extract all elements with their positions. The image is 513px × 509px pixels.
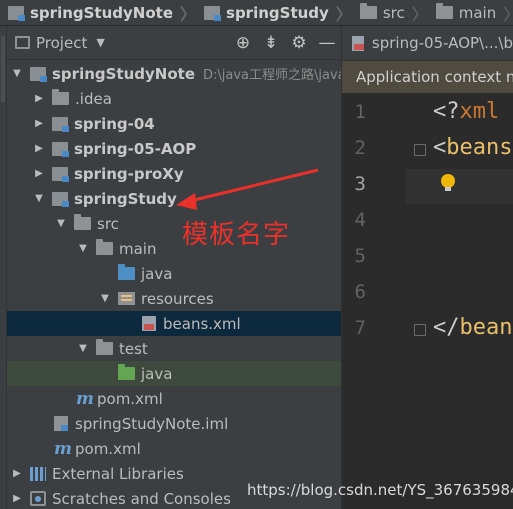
module-icon — [52, 141, 69, 157]
module-icon — [30, 66, 47, 82]
source-folder-icon — [118, 264, 135, 280]
project-view-selector[interactable]: Project — [36, 34, 87, 52]
collapse-arrow-icon[interactable]: ▶ — [10, 493, 24, 504]
project-panel-header: Project ▼ ⊕ ⇟ ⚙ — — [7, 26, 341, 60]
xml-file-icon — [352, 35, 364, 51]
folder-icon — [96, 239, 113, 255]
folder-icon — [96, 339, 113, 355]
code-line-1: <?xml — [433, 99, 500, 124]
collapse-arrow-icon[interactable]: ▶ — [10, 468, 24, 479]
iml-file-icon — [54, 416, 68, 431]
line-number: 5 — [354, 245, 366, 267]
tree-item-springstudynote[interactable]: ▼ springStudyNote D:\java工程师之路\java — [7, 61, 346, 86]
lightbulb-icon[interactable] — [441, 174, 455, 191]
tree-item-test-java[interactable]: java — [7, 361, 341, 386]
expand-arrow-icon[interactable]: ▼ — [54, 218, 68, 229]
expand-arrow-icon[interactable]: ▼ — [32, 193, 46, 204]
navigation-breadcrumb: springStudyNote〉 springStudy〉 src〉 main〉… — [0, 0, 513, 26]
collapse-arrow-icon[interactable]: ▶ — [32, 93, 46, 104]
code-line-2: <beans — [433, 135, 513, 160]
code-editor[interactable]: spring-05-AOP\...\b Application context … — [341, 26, 513, 509]
annotation-label: 模板名字 — [182, 220, 291, 250]
application-context-notice[interactable]: Application context n — [342, 61, 513, 93]
tree-item-idea[interactable]: ▶ .idea — [7, 86, 341, 111]
line-number: 3 — [354, 173, 366, 195]
module-icon — [204, 5, 222, 21]
expand-arrow-icon[interactable]: ▼ — [10, 68, 24, 79]
collapse-arrow-icon[interactable]: ▶ — [32, 143, 46, 154]
fold-icon[interactable] — [414, 144, 426, 156]
tree-item-springstudy[interactable]: ▼ springStudy — [7, 186, 341, 211]
library-icon — [30, 466, 46, 481]
folder-icon — [435, 3, 453, 19]
gear-icon[interactable]: ⚙ — [285, 33, 313, 53]
line-number: 7 — [354, 317, 366, 339]
line-number: 4 — [354, 209, 366, 231]
tree-item-spring-05-aop[interactable]: ▶ spring-05-AOP — [7, 136, 341, 161]
code-line-7: </bean — [433, 315, 513, 340]
breadcrumb-item-springstudy[interactable]: springStudy 〉 — [196, 1, 352, 25]
current-line-highlight — [406, 169, 513, 204]
tree-item-pom-xml-root[interactable]: m pom.xml — [7, 436, 341, 461]
collapse-arrow-icon[interactable]: ▶ — [32, 168, 46, 179]
test-source-folder-icon — [118, 364, 135, 380]
chevron-down-icon[interactable]: ▼ — [96, 36, 104, 49]
resources-folder-icon — [118, 292, 135, 305]
fold-icon[interactable] — [414, 324, 426, 336]
tree-item-beans-xml[interactable]: beans.xml — [7, 311, 341, 336]
left-tool-strip — [0, 26, 7, 509]
breadcrumb-item-src[interactable]: src 〉 — [352, 1, 428, 25]
maven-icon: m — [76, 388, 94, 409]
scratches-icon — [30, 491, 46, 506]
panel-toolbar: ⊕ ⇟ ⚙ — — [229, 26, 341, 60]
collapse-arrow-icon[interactable]: ▶ — [32, 118, 46, 129]
tree-item-main[interactable]: ▼ main — [7, 236, 341, 261]
tree-item-spring-04[interactable]: ▶ spring-04 — [7, 111, 341, 136]
module-icon — [8, 5, 25, 21]
tree-item-java[interactable]: java — [7, 261, 341, 286]
line-number: 2 — [354, 137, 366, 159]
breadcrumb-item-springstudynote[interactable]: springStudyNote 〉 — [0, 1, 196, 25]
project-tool-window-button[interactable] — [1, 36, 5, 102]
line-number: 1 — [354, 101, 366, 123]
tree-item-resources[interactable]: ▼ resources — [7, 286, 341, 311]
module-icon — [52, 166, 69, 182]
module-icon — [52, 116, 69, 132]
maven-icon: m — [54, 438, 72, 459]
target-icon[interactable]: ⊕ — [229, 33, 257, 53]
project-icon — [15, 36, 30, 49]
folder-icon — [359, 3, 377, 19]
expand-arrow-icon[interactable]: ▼ — [76, 343, 90, 354]
tree-item-spring-proxy[interactable]: ▶ spring-proXy — [7, 161, 341, 186]
breadcrumb-item-main[interactable]: main〉 — [428, 1, 513, 25]
expand-arrow-icon[interactable]: ▼ — [98, 293, 112, 304]
line-number: 6 — [354, 281, 366, 303]
tree-item-src[interactable]: ▼ src — [7, 211, 341, 236]
minimize-icon[interactable]: — — [313, 33, 341, 53]
xml-file-icon — [142, 316, 156, 331]
collapse-icon[interactable]: ⇟ — [257, 33, 285, 53]
expand-arrow-icon[interactable]: ▼ — [76, 243, 90, 254]
folder-icon — [74, 214, 91, 230]
tree-item-springstudynote-iml[interactable]: springStudyNote.iml — [7, 411, 341, 436]
module-icon — [52, 191, 69, 207]
tree-item-test[interactable]: ▼ test — [7, 336, 341, 361]
project-tool-window: Project ▼ ⊕ ⇟ ⚙ — ▼ springStudyNote D:\j… — [7, 26, 346, 509]
watermark-text: https://blog.csdn.net/YS_367635984 — [247, 481, 513, 499]
editor-tab-beans-xml[interactable]: spring-05-AOP\...\b — [342, 26, 513, 61]
tree-item-pom-xml-springstudy[interactable]: m pom.xml — [7, 386, 341, 411]
folder-icon — [52, 89, 69, 105]
